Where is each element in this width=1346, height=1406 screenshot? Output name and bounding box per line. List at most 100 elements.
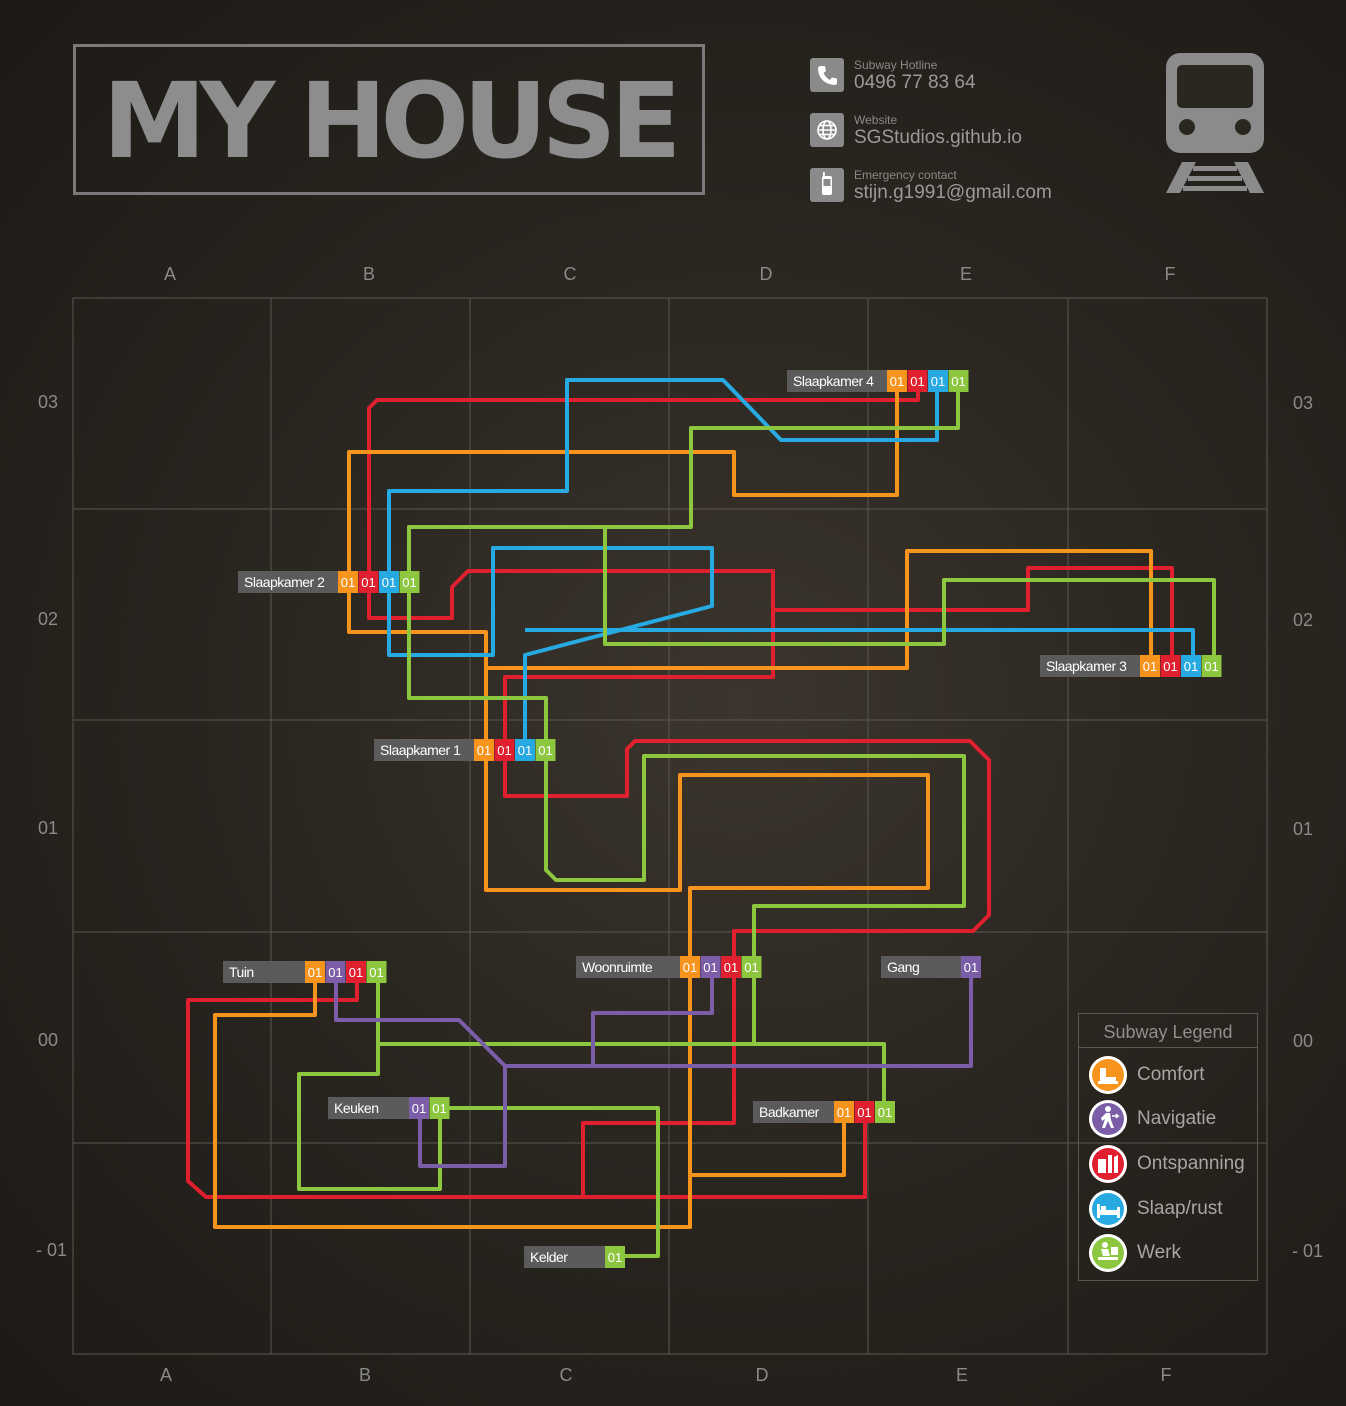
route-ontspanning: [186, 972, 583, 1199]
line-badge-number: 01: [724, 960, 738, 975]
column-label-bottom: F: [1161, 1365, 1172, 1385]
legend-item-werk: Werk: [1089, 1234, 1257, 1274]
legend-item-slaap: Slaap/rust: [1089, 1190, 1257, 1230]
line-badge-number: 01: [951, 374, 965, 389]
route-slaap: [387, 378, 939, 750]
row-label-right: 01: [1293, 819, 1313, 839]
station-name: Gang: [887, 959, 919, 975]
line-badge-number: 01: [1143, 659, 1157, 674]
route-navigatie: [334, 972, 507, 1168]
station-name: Slaapkamer 2: [244, 574, 325, 590]
station-slaapkamer-2[interactable]: Slaapkamer 2 01 01 01 01: [238, 571, 420, 593]
legend-divider: [1079, 1047, 1257, 1048]
legend-label: Comfort: [1137, 1064, 1205, 1085]
station-kelder[interactable]: Kelder 01: [524, 1246, 625, 1268]
line-badge-number: 01: [910, 374, 924, 389]
line-badge-number: 01: [382, 575, 396, 590]
column-label-top: C: [564, 264, 577, 284]
station-name: Tuin: [229, 964, 254, 980]
line-badge-number: 01: [412, 1101, 426, 1116]
column-label-top: B: [363, 264, 375, 284]
station-name: Keuken: [334, 1100, 378, 1116]
route-comfort: [213, 966, 692, 1229]
station-name: Slaapkamer 4: [793, 373, 874, 389]
line-badge-number: 01: [890, 374, 904, 389]
station-name: Woonruimte: [582, 959, 653, 975]
row-label-right: 02: [1293, 610, 1313, 630]
row-label-right: 03: [1293, 393, 1313, 413]
station-keuken[interactable]: Keuken 01 01: [328, 1097, 450, 1119]
legend-title: Subway Legend: [1103, 1022, 1233, 1042]
stations: Slaapkamer 4 01 01 01 01 Slaapkamer 2 01 01 01 01…: [223, 370, 1222, 1268]
legend-label: Werk: [1137, 1242, 1181, 1263]
column-label-bottom: E: [956, 1365, 968, 1385]
line-badge-number: 01: [744, 960, 758, 975]
line-badge-number: 01: [369, 965, 383, 980]
row-label-left: 01: [38, 818, 58, 838]
line-badge-number: 01: [328, 965, 342, 980]
station-slaapkamer-4[interactable]: Slaapkamer 4 01 01 01 01: [787, 370, 969, 392]
line-badge-number: 01: [703, 960, 717, 975]
leisure-icon: [1089, 1145, 1127, 1183]
line-badge-number: 01: [538, 743, 552, 758]
row-label-right: 00: [1293, 1031, 1313, 1051]
line-badge-number: 01: [1184, 659, 1198, 674]
column-label-top: E: [960, 264, 972, 284]
route-navigatie: [591, 966, 714, 1066]
line-badge-number: 01: [878, 1105, 892, 1120]
column-label-top: F: [1165, 264, 1176, 284]
bed-icon: [1089, 1190, 1127, 1228]
station-name: Slaapkamer 3: [1046, 658, 1127, 674]
line-badge-number: 01: [402, 575, 416, 590]
legend-label: Slaap/rust: [1137, 1198, 1223, 1219]
column-label-bottom: B: [359, 1365, 371, 1385]
row-label-right: - 01: [1292, 1241, 1323, 1261]
desk-worker-icon: [1089, 1234, 1127, 1272]
legend-item-comfort: Comfort: [1089, 1056, 1257, 1096]
column-label-top: A: [164, 264, 176, 284]
row-label-left: 00: [38, 1030, 58, 1050]
station-name: Kelder: [530, 1249, 568, 1265]
row-label-left: 02: [38, 609, 58, 629]
line-badge-number: 01: [497, 743, 511, 758]
armchair-icon: [1089, 1056, 1127, 1094]
line-badge-number: 01: [1163, 659, 1177, 674]
route-ontspanning: [773, 566, 1174, 666]
station-gang[interactable]: Gang 01: [881, 956, 981, 978]
line-badge-number: 01: [931, 374, 945, 389]
line-badge-number: 01: [518, 743, 532, 758]
row-label-left: 03: [38, 392, 58, 412]
line-badge-number: 01: [341, 575, 355, 590]
line-badge-number: 01: [964, 960, 978, 975]
line-badge-number: 01: [857, 1105, 871, 1120]
line-badge-number: 01: [432, 1101, 446, 1116]
station-name: Badkamer: [759, 1104, 820, 1120]
line-badge-number: 01: [349, 965, 363, 980]
legend-label: Navigatie: [1137, 1108, 1217, 1129]
line-badge-number: 01: [837, 1105, 851, 1120]
line-badge-number: 01: [361, 575, 375, 590]
station-woonruimte[interactable]: Woonruimte 01 01 01 01: [576, 956, 762, 978]
route-navigatie: [505, 966, 973, 1068]
station-badkamer[interactable]: Badkamer 01 01 01: [753, 1101, 895, 1123]
line-badge-number: 01: [1204, 659, 1218, 674]
line-badge-number: 01: [608, 1250, 622, 1265]
column-label-bottom: C: [560, 1365, 573, 1385]
column-label-bottom: D: [756, 1365, 769, 1385]
column-label-top: D: [760, 264, 773, 284]
walking-person-icon: [1089, 1100, 1127, 1138]
subway-routes: [186, 378, 1216, 1258]
station-slaapkamer-3[interactable]: Slaapkamer 3 01 01 01 01: [1040, 655, 1222, 677]
legend-item-navigatie: Navigatie: [1089, 1100, 1257, 1140]
station-slaapkamer-1[interactable]: Slaapkamer 1 01 01 01 01: [374, 739, 556, 761]
row-label-left: - 01: [36, 1240, 67, 1260]
station-name: Slaapkamer 1: [380, 742, 461, 758]
legend-label: Ontspanning: [1137, 1153, 1245, 1174]
legend-item-ontspanning: Ontspanning: [1089, 1145, 1257, 1185]
line-badge-number: 01: [477, 743, 491, 758]
column-label-bottom: A: [160, 1365, 172, 1385]
subway-legend: Subway Legend Comfort Navigatie Ontspannin…: [1078, 1013, 1258, 1281]
line-badge-number: 01: [683, 960, 697, 975]
route-werk: [440, 1106, 660, 1258]
station-tuin[interactable]: Tuin 01 01 01 01: [223, 961, 387, 983]
